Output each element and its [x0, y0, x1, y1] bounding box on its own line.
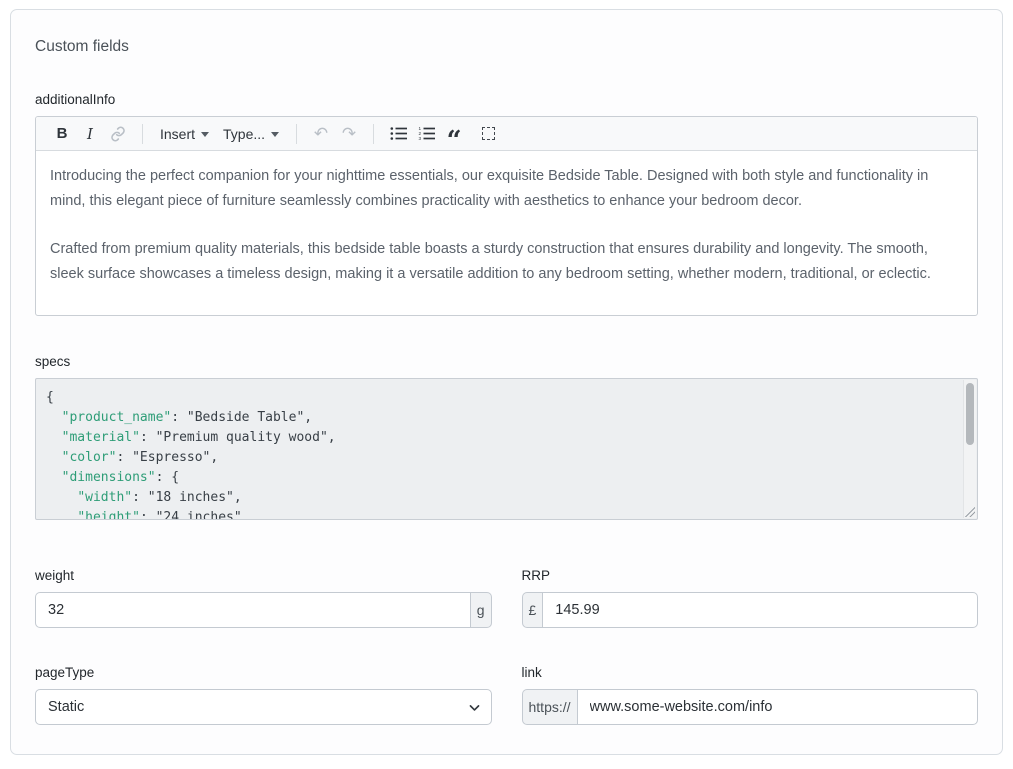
rrp-input[interactable]: [542, 592, 978, 628]
weight-input[interactable]: [35, 592, 470, 628]
bullet-list-icon[interactable]: [386, 122, 410, 146]
italic-button[interactable]: I: [78, 122, 102, 146]
redo-icon[interactable]: ↷: [337, 122, 361, 146]
additional-info-label: additionalInfo: [35, 92, 978, 107]
currency-addon: £: [522, 592, 543, 628]
rrp-input-group: £: [522, 592, 979, 628]
rich-text-editor: B I Insert Type... ↶ ↷: [35, 116, 978, 316]
link-input-group: https://: [522, 689, 979, 725]
svg-text:3: 3: [418, 136, 421, 141]
scrollbar-thumb[interactable]: [966, 383, 974, 445]
chevron-down-icon: [201, 132, 209, 137]
blockquote-icon[interactable]: “: [442, 122, 466, 146]
type-menu[interactable]: Type...: [218, 122, 284, 146]
weight-input-group: g: [35, 592, 492, 628]
page-type-select[interactable]: Static: [35, 689, 492, 725]
link-input[interactable]: [577, 689, 978, 725]
undo-icon[interactable]: ↶: [309, 122, 333, 146]
card-title: Custom fields: [35, 38, 978, 56]
protocol-addon: https://: [522, 689, 577, 725]
chevron-down-icon: [271, 132, 279, 137]
toolbar-divider: [373, 124, 374, 144]
horizontal-rule-icon[interactable]: [476, 122, 500, 146]
resize-handle-icon[interactable]: [964, 506, 975, 517]
scrollbar[interactable]: [963, 380, 976, 518]
page-type-label: pageType: [35, 665, 492, 680]
chevron-down-icon: [468, 701, 481, 718]
weight-label: weight: [35, 568, 492, 583]
specs-editor[interactable]: { "product_name": "Bedside Table", "mate…: [35, 378, 978, 520]
link-label: link: [522, 665, 979, 680]
specs-label: specs: [35, 354, 978, 369]
insert-menu[interactable]: Insert: [155, 122, 214, 146]
bold-button[interactable]: B: [50, 122, 74, 146]
link-icon[interactable]: [106, 122, 130, 146]
weight-unit-addon: g: [470, 592, 492, 628]
selected-option: Static: [48, 699, 84, 715]
editor-content[interactable]: Introducing the perfect companion for yo…: [36, 151, 977, 316]
numbered-list-icon[interactable]: 123: [414, 122, 438, 146]
toolbar-divider: [296, 124, 297, 144]
editor-toolbar: B I Insert Type... ↶ ↷: [36, 117, 977, 151]
rrp-label: RRP: [522, 568, 979, 583]
specs-code[interactable]: { "product_name": "Bedside Table", "mate…: [36, 379, 977, 520]
custom-fields-card: Custom fields additionalInfo B I Insert …: [10, 9, 1003, 755]
toolbar-divider: [142, 124, 143, 144]
